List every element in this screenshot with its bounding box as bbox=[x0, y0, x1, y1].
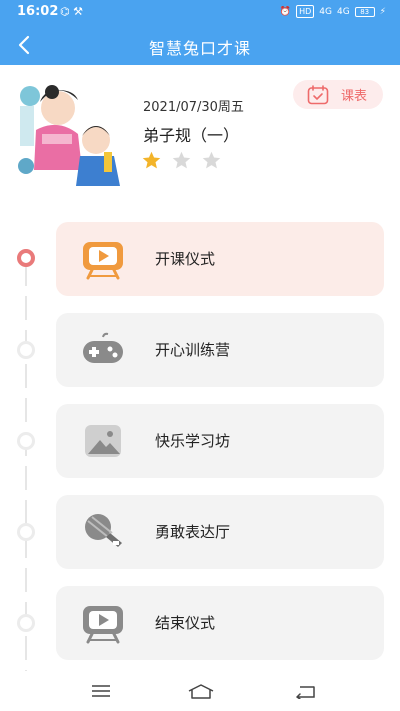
step-opening-ceremony[interactable]: 开课仪式 bbox=[56, 222, 384, 296]
back-nav-button[interactable] bbox=[290, 679, 320, 703]
home-button[interactable] bbox=[186, 679, 216, 703]
timeline-dot-5 bbox=[17, 614, 35, 632]
star-icon bbox=[202, 151, 221, 169]
step-label: 开心训练营 bbox=[155, 341, 231, 359]
status-notification-icons: ⌬ ⚒ bbox=[60, 5, 83, 18]
timeline-dot-1 bbox=[17, 249, 35, 267]
step-brave-expression-hall[interactable]: 勇敢表达厅 bbox=[56, 495, 384, 569]
menu-button[interactable] bbox=[86, 679, 116, 703]
timeline-dot-3 bbox=[17, 432, 35, 450]
schedule-button[interactable]: 课表 bbox=[293, 80, 383, 109]
gamepad-icon bbox=[83, 332, 123, 363]
alarm-icon: ⏰ bbox=[279, 6, 292, 17]
picture-icon bbox=[85, 425, 121, 457]
charging-icon: ⚡ bbox=[379, 6, 386, 17]
calendar-icon bbox=[307, 84, 329, 104]
tv-play-icon bbox=[83, 606, 123, 644]
signal-4g-1: 4G bbox=[319, 6, 332, 17]
step-closing-ceremony[interactable]: 结束仪式 bbox=[56, 586, 384, 660]
star-icon bbox=[142, 151, 161, 169]
schedule-label: 课表 bbox=[341, 89, 368, 104]
step-label: 结束仪式 bbox=[155, 614, 216, 632]
step-label: 快乐学习坊 bbox=[155, 432, 231, 450]
tv-play-icon bbox=[83, 242, 123, 280]
step-happy-training-camp[interactable]: 开心训练营 bbox=[56, 313, 384, 387]
system-nav-bar bbox=[0, 671, 400, 711]
page-title: 智慧兔口才课 bbox=[148, 39, 251, 58]
step-happy-study-workshop[interactable]: 快乐学习坊 bbox=[56, 404, 384, 478]
timeline-dot-4 bbox=[17, 523, 35, 541]
star-icon bbox=[172, 151, 191, 169]
status-right-icons: ⏰ HD 4G 4G 83 ⚡ bbox=[280, 5, 386, 18]
lesson-date: 2021/07/30周五 bbox=[143, 100, 244, 115]
battery-icon: 83 bbox=[354, 6, 375, 17]
timeline-dot-2 bbox=[17, 341, 35, 359]
step-label: 勇敢表达厅 bbox=[155, 523, 231, 541]
lesson-cover-image bbox=[18, 85, 120, 186]
hd-badge: HD bbox=[296, 5, 315, 18]
lesson-rating bbox=[141, 150, 222, 171]
menu-icon bbox=[92, 685, 110, 697]
signal-4g-2: 4G bbox=[336, 6, 350, 17]
microphone-icon bbox=[85, 514, 122, 547]
status-time: 16:02 bbox=[17, 4, 59, 19]
nav-bar: 智慧兔口才课 bbox=[0, 25, 400, 65]
timeline-line bbox=[25, 262, 27, 672]
lesson-title: 弟子规（一） bbox=[143, 126, 240, 145]
home-icon bbox=[188, 684, 214, 699]
back-icon bbox=[296, 686, 315, 699]
status-bar: 16:02 ⌬ ⚒ ⏰ HD 4G 4G 83 ⚡ bbox=[0, 0, 400, 25]
step-label: 开课仪式 bbox=[155, 250, 216, 268]
